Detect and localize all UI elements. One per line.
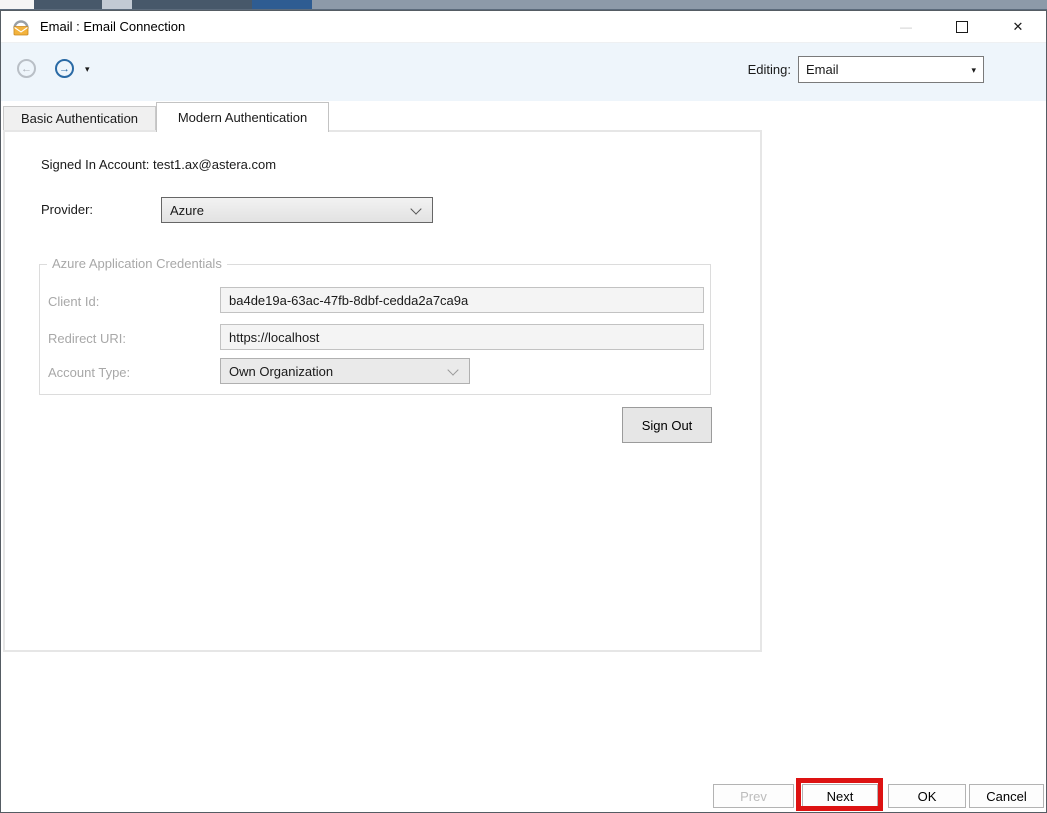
redirect-uri-value: https://localhost (229, 329, 320, 345)
redirect-uri-label: Redirect URI: (48, 331, 127, 346)
tab-label: Basic Authentication (20, 111, 139, 126)
editing-combobox[interactable]: Email ▾ (798, 56, 984, 83)
provider-combobox[interactable]: Azure (161, 197, 433, 223)
cancel-button[interactable]: Cancel (969, 784, 1044, 808)
tab-label: Modern Authentication (177, 110, 308, 125)
background-window-sliver (0, 0, 1047, 10)
chevron-down-icon (410, 203, 422, 215)
ok-button[interactable]: OK (888, 784, 966, 808)
minimize-icon: — (900, 20, 912, 34)
background-segment (102, 0, 132, 9)
provider-label: Provider: (41, 202, 94, 217)
chevron-down-icon: ▾ (971, 65, 976, 75)
tab-basic-authentication[interactable]: Basic Authentication (3, 106, 156, 130)
next-button[interactable]: Next (802, 784, 878, 808)
chevron-down-icon (447, 364, 459, 376)
back-nav-icon: ← (17, 59, 36, 78)
email-connection-dialog: Email : Email Connection — ✕ ← → ▾ Editi… (0, 10, 1047, 813)
prev-button: Prev (713, 784, 794, 808)
account-type-value: Own Organization (229, 363, 334, 379)
signed-in-label: Signed In Account: (41, 157, 154, 172)
email-app-icon (13, 19, 29, 35)
title-bar: Email : Email Connection — ✕ (1, 11, 1046, 43)
account-type-label: Account Type: (48, 365, 131, 380)
signed-in-value: test1.ax@astera.com (153, 157, 277, 172)
azure-credentials-groupbox: Azure Application Credentials Client Id:… (39, 256, 711, 395)
close-icon[interactable]: ✕ (990, 11, 1046, 43)
client-id-label: Client Id: (48, 294, 100, 309)
editing-group: Editing: Email ▾ (748, 56, 984, 83)
forward-dropdown-caret-icon[interactable]: ▾ (85, 64, 90, 75)
editing-combobox-value: Email (806, 62, 839, 77)
tab-modern-authentication[interactable]: Modern Authentication (156, 102, 329, 132)
maximize-icon[interactable] (934, 11, 990, 43)
background-segment (132, 0, 252, 9)
window-controls: — ✕ (878, 11, 1046, 43)
signed-in-account-row: Signed In Account: test1.ax@astera.com (41, 157, 276, 172)
client-id-field: ba4de19a-63ac-47fb-8dbf-cedda2a7ca9a (220, 287, 704, 313)
provider-combobox-value: Azure (170, 202, 204, 218)
background-segment (34, 0, 102, 9)
editing-label: Editing: (747, 62, 791, 77)
toolbar: ← → ▾ Editing: Email ▾ (1, 43, 1046, 101)
client-id-value: ba4de19a-63ac-47fb-8dbf-cedda2a7ca9a (229, 292, 469, 308)
sign-out-button[interactable]: Sign Out (622, 407, 712, 443)
screen: Email : Email Connection — ✕ ← → ▾ Editi… (0, 0, 1047, 813)
window-title: Email : Email Connection (40, 19, 186, 34)
background-segment (252, 0, 312, 9)
background-segment (0, 0, 34, 9)
groupbox-title: Azure Application Credentials (47, 256, 227, 271)
redirect-uri-field: https://localhost (220, 324, 704, 350)
forward-nav-icon[interactable]: → (55, 59, 74, 78)
account-type-combobox: Own Organization (220, 358, 470, 384)
